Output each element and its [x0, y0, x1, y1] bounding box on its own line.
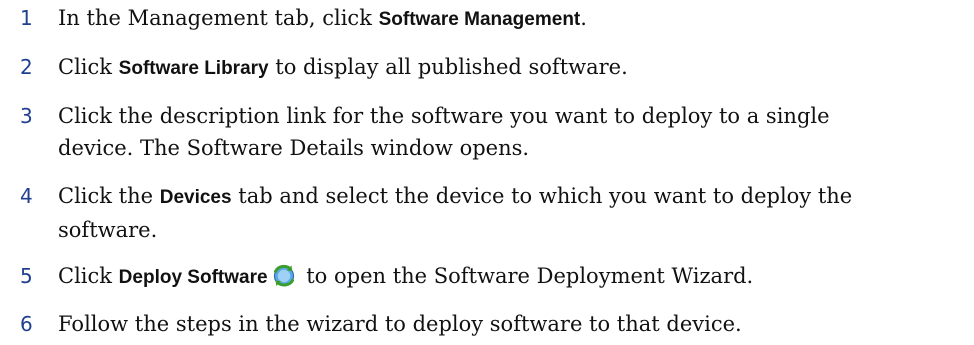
step-text-part: to open the Software Deployment Wizard. [299, 264, 754, 288]
step-text-part: . [580, 6, 587, 30]
step-text: Click Deploy Software to open the Softwa… [58, 260, 958, 294]
step-text-part: Click [58, 55, 119, 79]
step-text-part: tab and select the device to which you w… [231, 184, 853, 208]
step-number: 2 [20, 55, 33, 79]
deploy-software-icon [273, 264, 294, 287]
step-text-part: In the Management tab, click [58, 6, 379, 30]
step-text-part: to display all published software. [268, 55, 628, 79]
step-text-line: Click the description link for the softw… [58, 104, 830, 128]
step-number: 4 [20, 184, 33, 208]
step-text-line: Follow the steps in the wizard to deploy… [58, 312, 742, 336]
ui-label-deploy-software: Deploy Software [118, 267, 268, 288]
step-text: In the Management tab, click Software Ma… [58, 2, 958, 36]
step-text: Click the description link for the softw… [58, 100, 958, 164]
step-text-line: device. The Software Details window open… [58, 136, 530, 160]
step-text-line: software. [58, 218, 158, 242]
ui-label-software-management: Software Management [378, 9, 581, 30]
step-text: Follow the steps in the wizard to deploy… [58, 308, 958, 340]
step-number: 6 [20, 312, 33, 336]
step-number: 3 [20, 104, 33, 128]
step-number: 1 [20, 6, 33, 30]
step-text-part: Click [58, 264, 119, 288]
step-text-part: Click the [58, 184, 160, 208]
step-number: 5 [20, 264, 33, 288]
step-text: Click the Devices tab and select the dev… [58, 180, 958, 246]
step-text: Click Software Library to display all pu… [58, 51, 958, 85]
ui-label-devices: Devices [159, 187, 232, 208]
ui-label-software-library: Software Library [118, 58, 269, 79]
